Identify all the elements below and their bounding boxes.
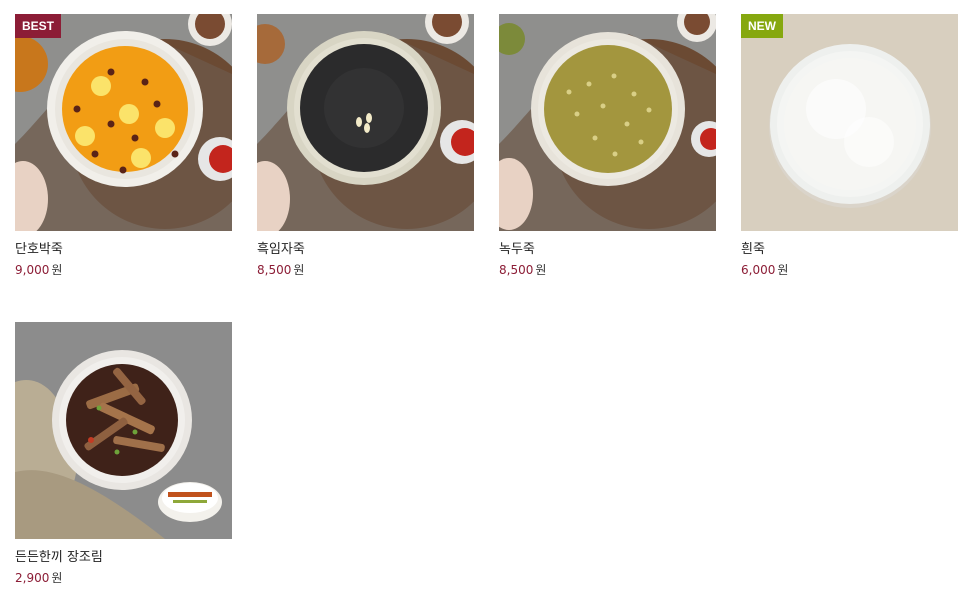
currency-label: 원 (51, 571, 63, 585)
currency-label: 원 (535, 263, 547, 277)
price-value: 9,000 (15, 263, 50, 277)
product-name[interactable]: 흰죽 (741, 241, 958, 259)
product-card[interactable]: NEW 흰죽 6,000 원 (741, 14, 958, 279)
product-card[interactable]: 흑임자죽 8,500 원 (257, 14, 474, 279)
product-price: 6,000 원 (741, 262, 958, 279)
product-name[interactable]: 든든한끼 장조림 (15, 549, 232, 567)
product-card[interactable]: 든든한끼 장조림 2,900 원 (15, 322, 232, 587)
product-image[interactable] (499, 14, 716, 231)
product-name[interactable]: 단호박죽 (15, 241, 232, 259)
best-badge: BEST (15, 14, 62, 38)
product-name[interactable]: 녹두죽 (499, 241, 716, 259)
price-value: 6,000 (741, 263, 776, 277)
price-value: 2,900 (15, 571, 50, 585)
product-price: 9,000 원 (15, 262, 232, 279)
product-image[interactable]: BEST (15, 14, 232, 231)
product-price: 2,900 원 (15, 570, 232, 587)
price-value: 8,500 (257, 263, 292, 277)
product-name[interactable]: 흑임자죽 (257, 241, 474, 259)
product-image[interactable] (257, 14, 474, 231)
currency-label: 원 (777, 263, 789, 277)
new-badge: NEW (741, 14, 783, 38)
product-card[interactable]: BEST 단호박죽 9,000 원 (15, 14, 232, 279)
product-price: 8,500 원 (257, 262, 474, 279)
currency-label: 원 (51, 263, 63, 277)
product-image[interactable] (15, 322, 232, 539)
product-price: 8,500 원 (499, 262, 716, 279)
currency-label: 원 (293, 263, 305, 277)
product-image[interactable]: NEW (741, 14, 958, 231)
price-value: 8,500 (499, 263, 534, 277)
product-card[interactable]: 녹두죽 8,500 원 (499, 14, 716, 279)
